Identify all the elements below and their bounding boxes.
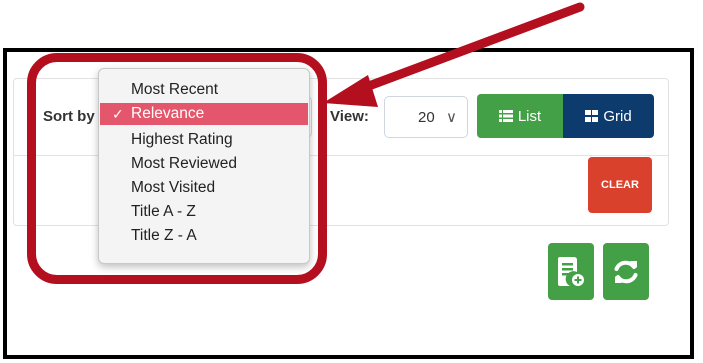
annotation-arrow xyxy=(323,2,585,107)
